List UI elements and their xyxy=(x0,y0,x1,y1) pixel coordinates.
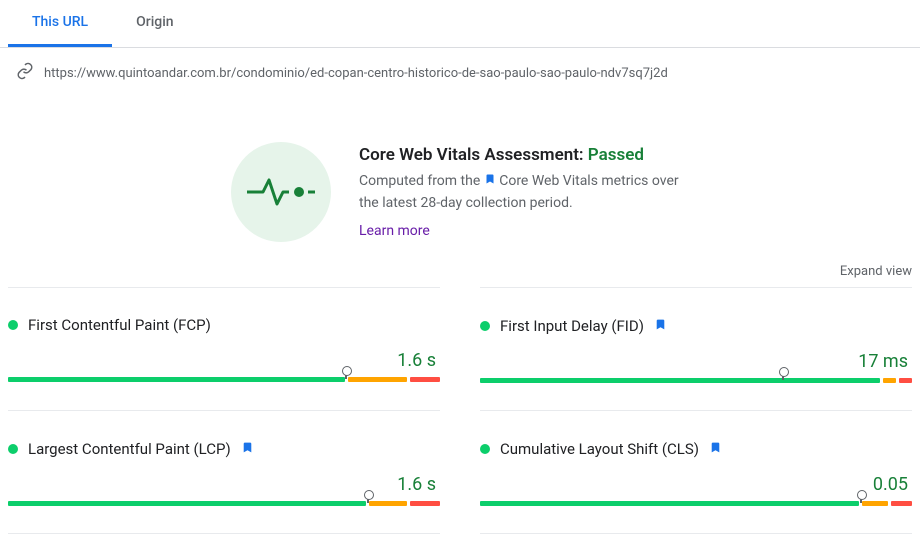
metric-name: First Input Delay (FID) xyxy=(500,317,644,335)
metric-fid: First Input Delay (FID) 17 ms xyxy=(480,287,912,410)
divider xyxy=(8,533,440,534)
bar-segment-needs-improvement xyxy=(883,378,896,383)
bar-segment-needs-improvement xyxy=(369,501,407,506)
metric-name: Largest Contentful Paint (LCP) xyxy=(28,440,231,458)
metric-value: 0.05 xyxy=(480,474,912,495)
metric-bar xyxy=(8,377,440,395)
metric-cls: Cumulative Layout Shift (CLS) 0.05 xyxy=(480,410,912,533)
status-dot xyxy=(8,320,18,330)
assessment-title-prefix: Core Web Vitals Assessment: xyxy=(359,145,588,165)
assessment-status: Passed xyxy=(588,145,644,165)
tab-origin[interactable]: Origin xyxy=(112,0,197,47)
status-dot xyxy=(480,444,490,454)
assessment-title: Core Web Vitals Assessment: Passed xyxy=(359,145,689,165)
desc-cwv: Core Web Vitals metrics xyxy=(499,174,648,190)
bookmark-icon xyxy=(484,173,496,189)
url-row: https://www.quintoandar.com.br/condomini… xyxy=(0,48,920,102)
bar-segment-poor xyxy=(410,377,440,382)
bookmark-icon xyxy=(241,439,254,458)
bar-segment-good xyxy=(8,377,345,382)
metric-header: First Input Delay (FID) xyxy=(480,316,912,335)
metrics-grid: First Contentful Paint (FCP) 1.6 s First… xyxy=(0,287,920,534)
divider xyxy=(480,533,912,534)
bar-segment-poor xyxy=(899,378,912,383)
desc-prefix: Computed from the xyxy=(359,174,484,190)
bar-segment-poor xyxy=(891,501,912,506)
tab-this-url[interactable]: This URL xyxy=(8,0,112,47)
bar-marker xyxy=(345,371,347,379)
metric-header: Largest Contentful Paint (LCP) xyxy=(8,439,440,458)
bar-segment-good xyxy=(8,501,366,506)
bar-segment-good xyxy=(480,378,880,383)
metric-value: 17 ms xyxy=(480,351,912,372)
status-dot xyxy=(8,444,18,454)
metric-header: Cumulative Layout Shift (CLS) xyxy=(480,439,912,458)
metric-header: First Contentful Paint (FCP) xyxy=(8,316,440,334)
metric-value: 1.6 s xyxy=(8,350,440,371)
bar-segment-needs-improvement xyxy=(862,501,888,506)
metric-name: First Contentful Paint (FCP) xyxy=(28,316,211,334)
metric-bar xyxy=(480,501,912,519)
bar-marker xyxy=(860,495,862,503)
metric-lcp: Largest Contentful Paint (LCP) 1.6 s xyxy=(8,410,440,533)
learn-more-link[interactable]: Learn more xyxy=(359,223,430,239)
bar-marker xyxy=(782,372,784,380)
assessment-description: Computed from the Core Web Vitals metric… xyxy=(359,171,689,213)
expand-view-button[interactable]: Expand view xyxy=(0,260,920,279)
tabs-bar: This URL Origin xyxy=(0,0,920,48)
bar-marker xyxy=(367,495,369,503)
url-text: https://www.quintoandar.com.br/condomini… xyxy=(44,66,668,81)
bar-segment-needs-improvement xyxy=(348,377,408,382)
metric-value: 1.6 s xyxy=(8,474,440,495)
metric-fcp: First Contentful Paint (FCP) 1.6 s xyxy=(8,287,440,410)
bookmark-icon xyxy=(654,316,667,335)
status-dot xyxy=(480,321,490,331)
bookmark-icon xyxy=(709,439,722,458)
metric-bar xyxy=(480,378,912,396)
assessment-text: Core Web Vitals Assessment: Passed Compu… xyxy=(359,145,689,238)
pulse-icon xyxy=(231,142,331,242)
bar-segment-good xyxy=(480,501,859,506)
bar-segment-poor xyxy=(410,501,440,506)
assessment-panel: Core Web Vitals Assessment: Passed Compu… xyxy=(0,102,920,260)
link-icon xyxy=(16,62,34,84)
metric-bar xyxy=(8,501,440,519)
metric-name: Cumulative Layout Shift (CLS) xyxy=(500,440,699,458)
